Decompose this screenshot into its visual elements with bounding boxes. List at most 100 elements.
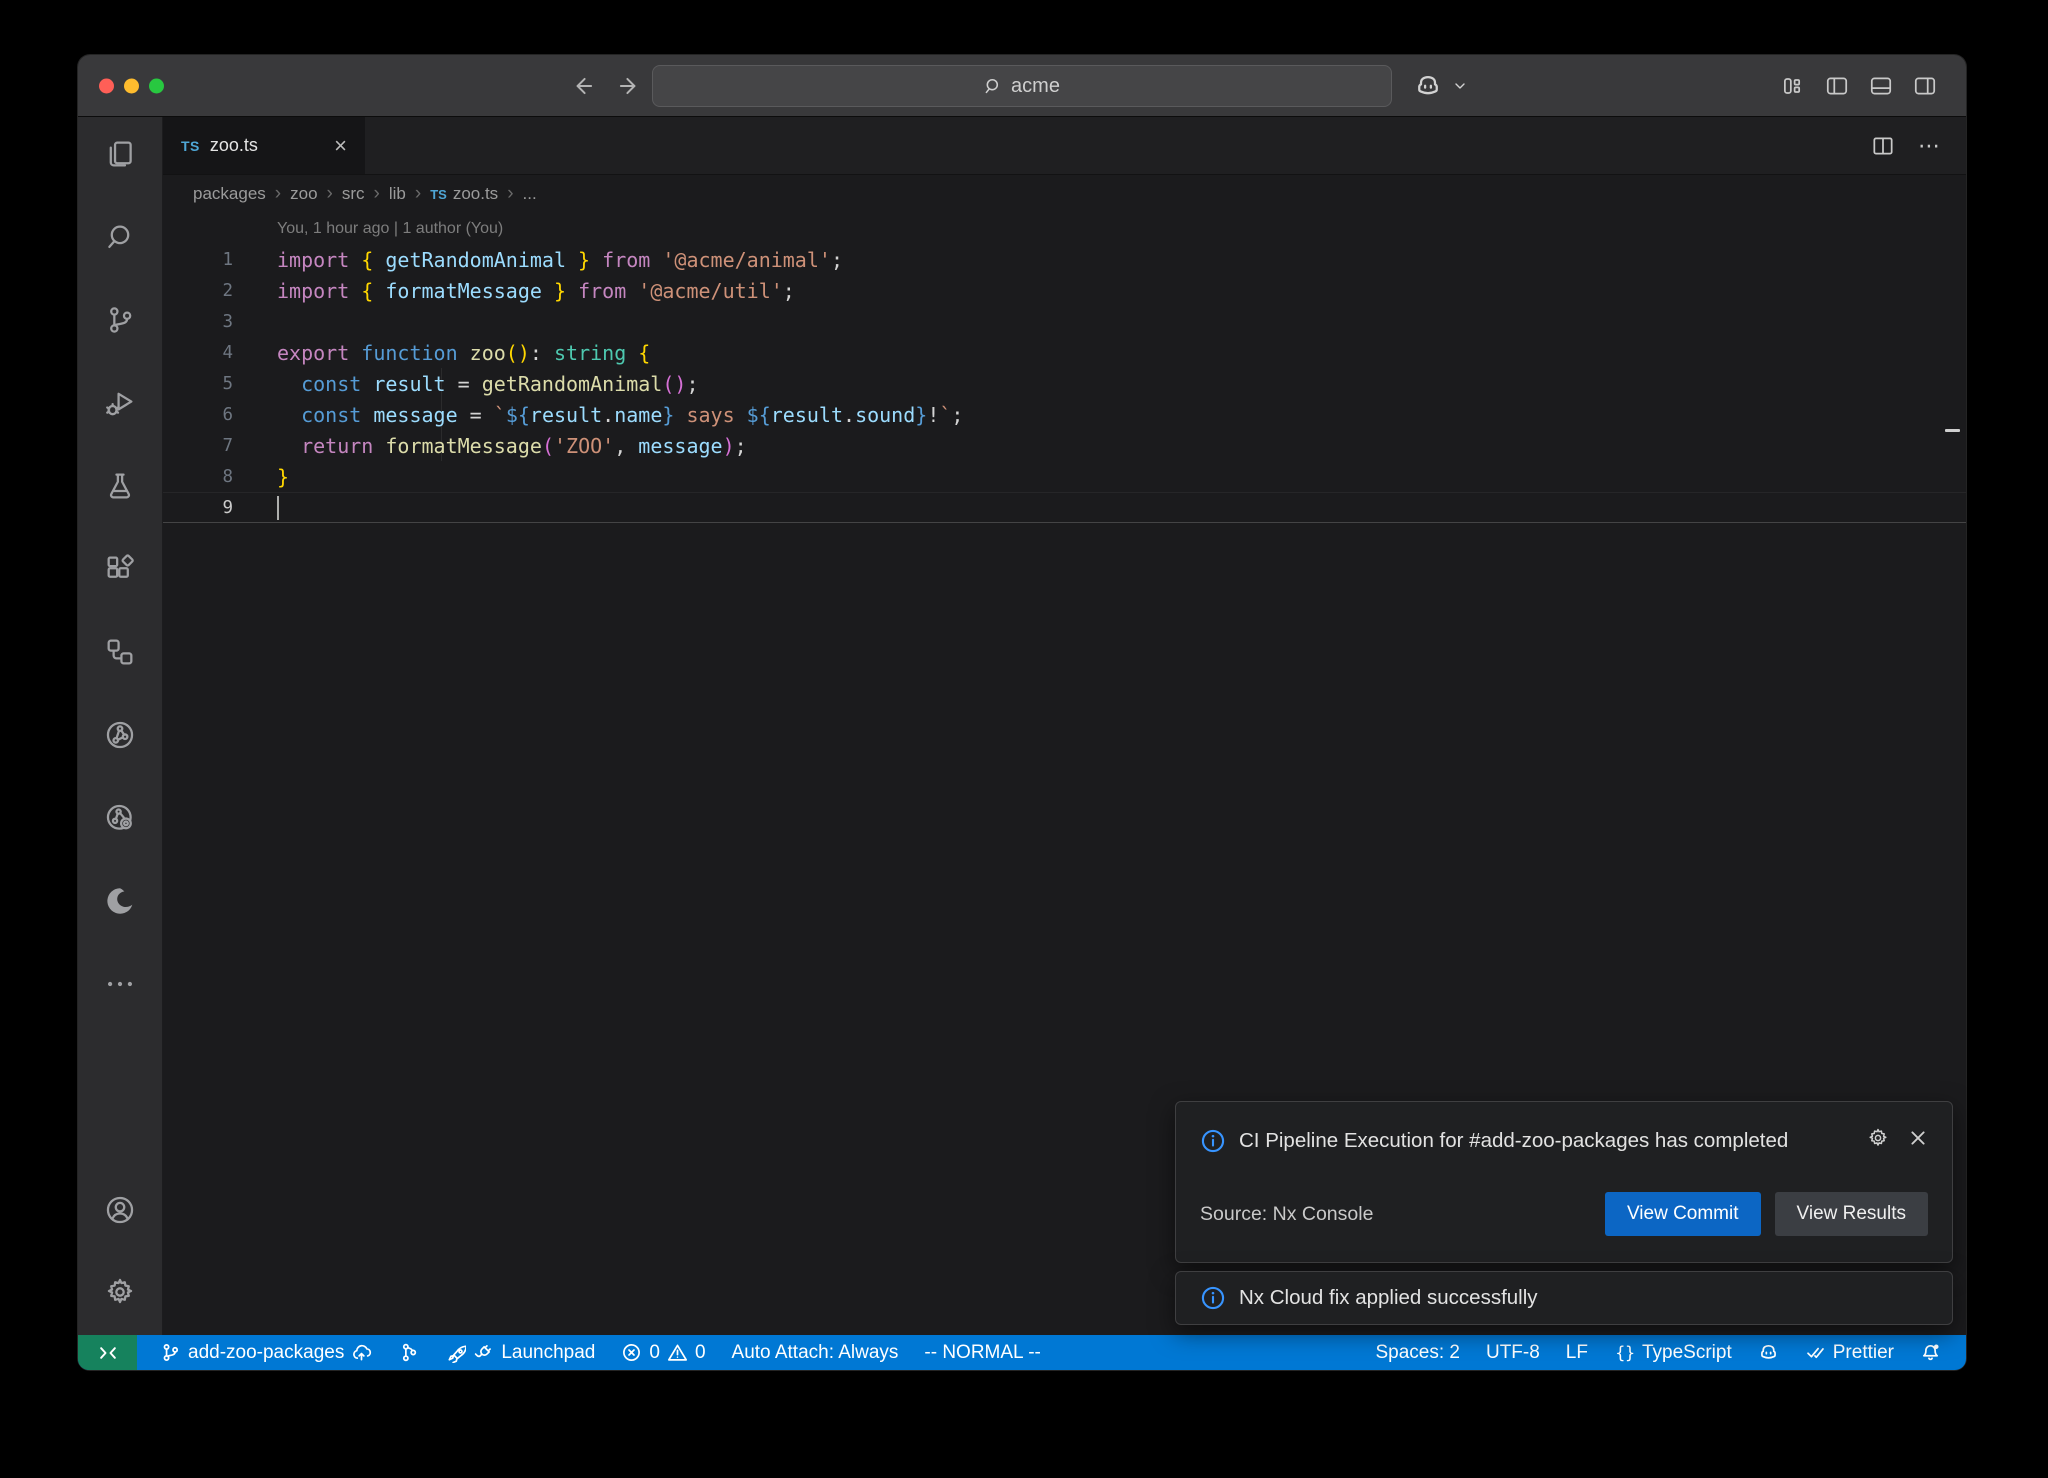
breadcrumb-item--[interactable]: ... [523,184,537,204]
desktop: { "colors": { "statusbar_blue": "#0078d4… [0,0,2048,1478]
activity-edge[interactable] [103,884,137,918]
language-status[interactable]: {}TypeScript [1601,1335,1745,1370]
code-line-2: 2import { formatMessage } from '@acme/ut… [163,275,1966,306]
branch-status[interactable]: add-zoo-packages [147,1335,385,1370]
svg-text:{}: {} [1615,1343,1635,1362]
remote-indicator[interactable] [78,1335,137,1370]
remote-explorer-icon [103,635,137,669]
line-number: 9 [163,498,233,518]
activity-nx-cloud[interactable] [103,801,137,835]
notification-close-icon[interactable] [1908,1128,1928,1148]
search-icon [103,220,137,254]
search-icon [984,77,1003,96]
activity-settings[interactable] [103,1275,137,1309]
more-actions-icon[interactable]: ⋯ [1918,133,1942,159]
line-number: 2 [163,281,233,301]
activity-nx-console[interactable] [103,718,137,752]
title-bar: acme [78,55,1966,117]
notification-toast-ci-pipeline: CI Pipeline Execution for #add-zoo-packa… [1175,1101,1953,1263]
line-number: 3 [163,312,233,332]
chevron-right-icon: › [275,183,281,205]
activity-testing[interactable] [103,469,137,503]
encoding-status[interactable]: UTF-8 [1473,1335,1553,1370]
activity-extensions[interactable] [103,552,137,586]
eol-status[interactable]: LF [1553,1335,1601,1370]
plug-icon [473,1342,494,1363]
view-results-button[interactable]: View Results [1775,1192,1928,1236]
settings-icon [103,1275,137,1309]
toggle-secondary-sidebar-icon[interactable] [1912,73,1938,99]
code-line-1: 1import { getRandomAnimal } from '@acme/… [163,244,1966,275]
notification-source: Source: Nx Console [1200,1203,1373,1226]
activity-explorer[interactable] [103,137,137,171]
vim-mode-status[interactable]: -- NORMAL -- [911,1335,1053,1370]
chevron-down-icon [1452,78,1468,94]
git-blame-annotation: You, 1 hour ago | 1 author (You) [163,213,1966,244]
more-icon [103,967,137,1001]
command-center-search[interactable]: acme [652,65,1392,107]
chevron-right-icon: › [327,183,333,205]
indentation-status[interactable]: Spaces: 2 [1362,1335,1473,1370]
breadcrumb-item-zoo[interactable]: zoo [290,184,317,204]
status-label: UTF-8 [1486,1342,1540,1364]
copilot-menu[interactable] [1414,72,1468,100]
indent-guide [441,368,442,461]
line-number: 8 [163,467,233,487]
back-arrow-icon[interactable] [570,73,596,99]
code-line-9: 9 [163,492,1966,523]
copilot-status[interactable] [1745,1335,1792,1370]
breadcrumb-item-packages[interactable]: packages [193,184,266,204]
activity-more[interactable] [103,967,137,1001]
window-controls [99,78,164,93]
activity-accounts[interactable] [103,1193,137,1227]
activity-run-debug[interactable] [103,386,137,420]
launchpad-status[interactable]: Launchpad [432,1335,608,1370]
line-number: 5 [163,374,233,394]
activity-source-control[interactable] [103,303,137,337]
git-branch-icon [160,1342,181,1363]
split-editor-icon[interactable] [1870,133,1896,159]
toggle-panel-icon[interactable] [1868,73,1894,99]
customize-layout-icon[interactable] [1780,73,1806,99]
notification-message: Nx Cloud fix applied successfully [1239,1286,1538,1310]
braces-icon: {} [1614,1342,1635,1363]
tab-label: zoo.ts [210,135,258,156]
extensions-icon [103,552,137,586]
toggle-primary-sidebar-icon[interactable] [1824,73,1850,99]
notification-settings-gear-icon[interactable] [1866,1126,1890,1150]
activity-search[interactable] [103,220,137,254]
code-line-8: 8} [163,461,1966,492]
source-control-graph-status[interactable] [385,1335,432,1370]
formatter-status[interactable]: Prettier [1792,1335,1907,1370]
problems-status[interactable]: 00 [608,1335,718,1370]
status-label: Prettier [1833,1342,1894,1364]
testing-icon [103,469,137,503]
chevron-right-icon: › [507,183,513,205]
rocket-icon [445,1342,466,1363]
breadcrumb-item-lib[interactable]: lib [389,184,406,204]
info-icon [1200,1285,1226,1311]
typescript-file-icon: TS [430,187,447,202]
close-window-button[interactable] [99,78,114,93]
tab-zoo-ts[interactable]: TS zoo.ts × [163,117,365,174]
zoom-window-button[interactable] [149,78,164,93]
breadcrumb-item-src[interactable]: src [342,184,365,204]
breadcrumb-item-zoo-ts[interactable]: TSzoo.ts [430,184,498,204]
activity-remote-explorer[interactable] [103,635,137,669]
code-line-5: 5 const result = getRandomAnimal(); [163,368,1966,399]
view-commit-button[interactable]: View Commit [1605,1192,1761,1236]
accounts-icon [103,1193,137,1227]
nx-console-icon [103,718,137,752]
vscode-window: acme [78,55,1966,1370]
forward-arrow-icon[interactable] [616,73,642,99]
info-icon [1200,1128,1226,1154]
notification-center: CI Pipeline Execution for #add-zoo-packa… [1175,1101,1953,1325]
minimize-window-button[interactable] [124,78,139,93]
notification-message: CI Pipeline Execution for #add-zoo-packa… [1239,1126,1799,1156]
typescript-file-icon: TS [181,138,200,154]
auto-attach-status[interactable]: Auto Attach: Always [719,1335,912,1370]
close-tab-icon[interactable]: × [334,135,347,157]
notifications-bell[interactable] [1907,1335,1954,1370]
line-number: 7 [163,436,233,456]
explorer-icon [103,137,137,171]
